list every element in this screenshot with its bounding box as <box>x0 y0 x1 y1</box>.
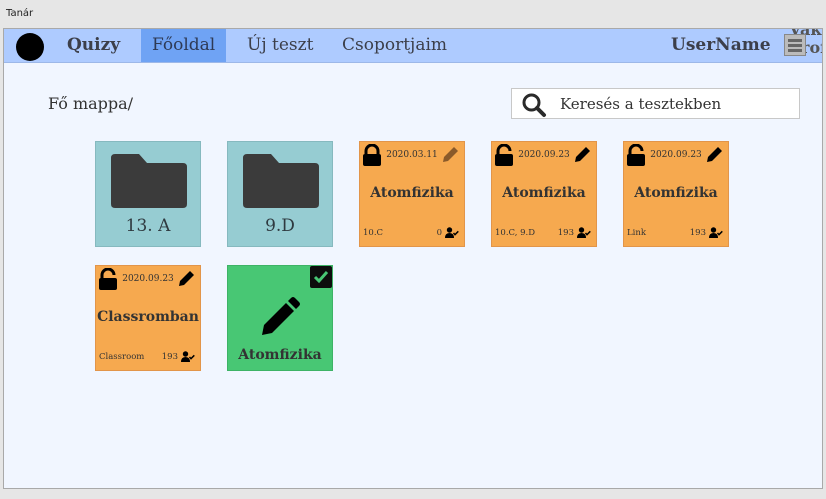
test-submission-count: 193 <box>689 228 706 238</box>
test-submission-count: 193 <box>161 352 178 362</box>
test-title: Atomfizika <box>634 185 718 201</box>
folder-icon <box>243 154 319 208</box>
new-test-tile[interactable]: Atomfizika <box>227 265 333 371</box>
test-tile[interactable]: 2020.09.23 Atomfizika Link 193 <box>623 141 729 247</box>
edit-icon[interactable] <box>441 144 461 164</box>
folder-tile[interactable]: 9.D <box>227 141 333 247</box>
edit-icon[interactable] <box>573 144 593 164</box>
breadcrumb[interactable]: Fő mappa/ <box>48 94 133 113</box>
lock-open-icon[interactable] <box>494 144 514 166</box>
new-test-title: Atomfizika <box>238 347 322 363</box>
folder-name: 13. A <box>125 216 171 236</box>
folder-name: 9.D <box>265 216 295 236</box>
logo-icon[interactable] <box>16 33 44 61</box>
hamburger-menu-icon[interactable] <box>784 34 806 56</box>
app-window: Quizy Főoldal Új teszt Csoportjaim UserN… <box>3 28 823 489</box>
nav-link-home[interactable]: Főoldal <box>141 29 227 62</box>
test-group: Link <box>627 228 646 238</box>
user-check-icon <box>181 351 195 362</box>
nav-link-new-test[interactable]: Új teszt <box>247 29 313 62</box>
top-navbar: Quizy Főoldal Új teszt Csoportjaim UserN… <box>4 29 822 63</box>
test-group: 10.C <box>363 228 384 238</box>
window-titlebar: Tanár <box>0 0 826 28</box>
edit-icon <box>262 297 300 335</box>
brand-name[interactable]: Quizy <box>67 35 120 55</box>
edit-icon[interactable] <box>177 268 197 288</box>
window-title: Tanár <box>6 8 34 19</box>
user-check-icon <box>445 227 459 238</box>
test-submission-count: 193 <box>557 228 574 238</box>
username[interactable]: UserName <box>671 35 771 55</box>
test-date: 2020.09.23 <box>518 150 570 160</box>
test-group: Classroom <box>99 352 145 362</box>
checkbox-checked-icon[interactable] <box>310 266 332 288</box>
edit-icon[interactable] <box>705 144 725 164</box>
test-title: Atomfizika <box>502 185 586 201</box>
nav-link-groups[interactable]: Csoportjaim <box>342 29 447 62</box>
test-title: Atomfizika <box>370 185 454 201</box>
search-box[interactable] <box>511 88 800 119</box>
test-submission-count: 0 <box>436 228 442 238</box>
folder-icon <box>111 154 187 208</box>
lock-closed-icon[interactable] <box>362 144 382 166</box>
test-title: Classromban <box>97 309 199 325</box>
test-tile[interactable]: 2020.09.23 Classromban Classroom 193 <box>95 265 201 371</box>
search-icon <box>522 93 546 117</box>
folder-tile[interactable]: 13. A <box>95 141 201 247</box>
test-tile[interactable]: 2020.09.23 Atomfizika 10.C, 9.D 193 <box>491 141 597 247</box>
user-check-icon <box>709 227 723 238</box>
test-date: 2020.09.23 <box>122 274 174 284</box>
lock-open-icon[interactable] <box>626 144 646 166</box>
test-tile[interactable]: 2020.03.11 Atomfizika 10.C 0 <box>359 141 465 247</box>
lock-open-icon[interactable] <box>98 268 118 290</box>
test-date: 2020.03.11 <box>386 150 438 160</box>
user-check-icon <box>577 227 591 238</box>
test-group: 10.C, 9.D <box>495 228 536 238</box>
search-input[interactable] <box>558 92 798 116</box>
test-date: 2020.09.23 <box>650 150 702 160</box>
